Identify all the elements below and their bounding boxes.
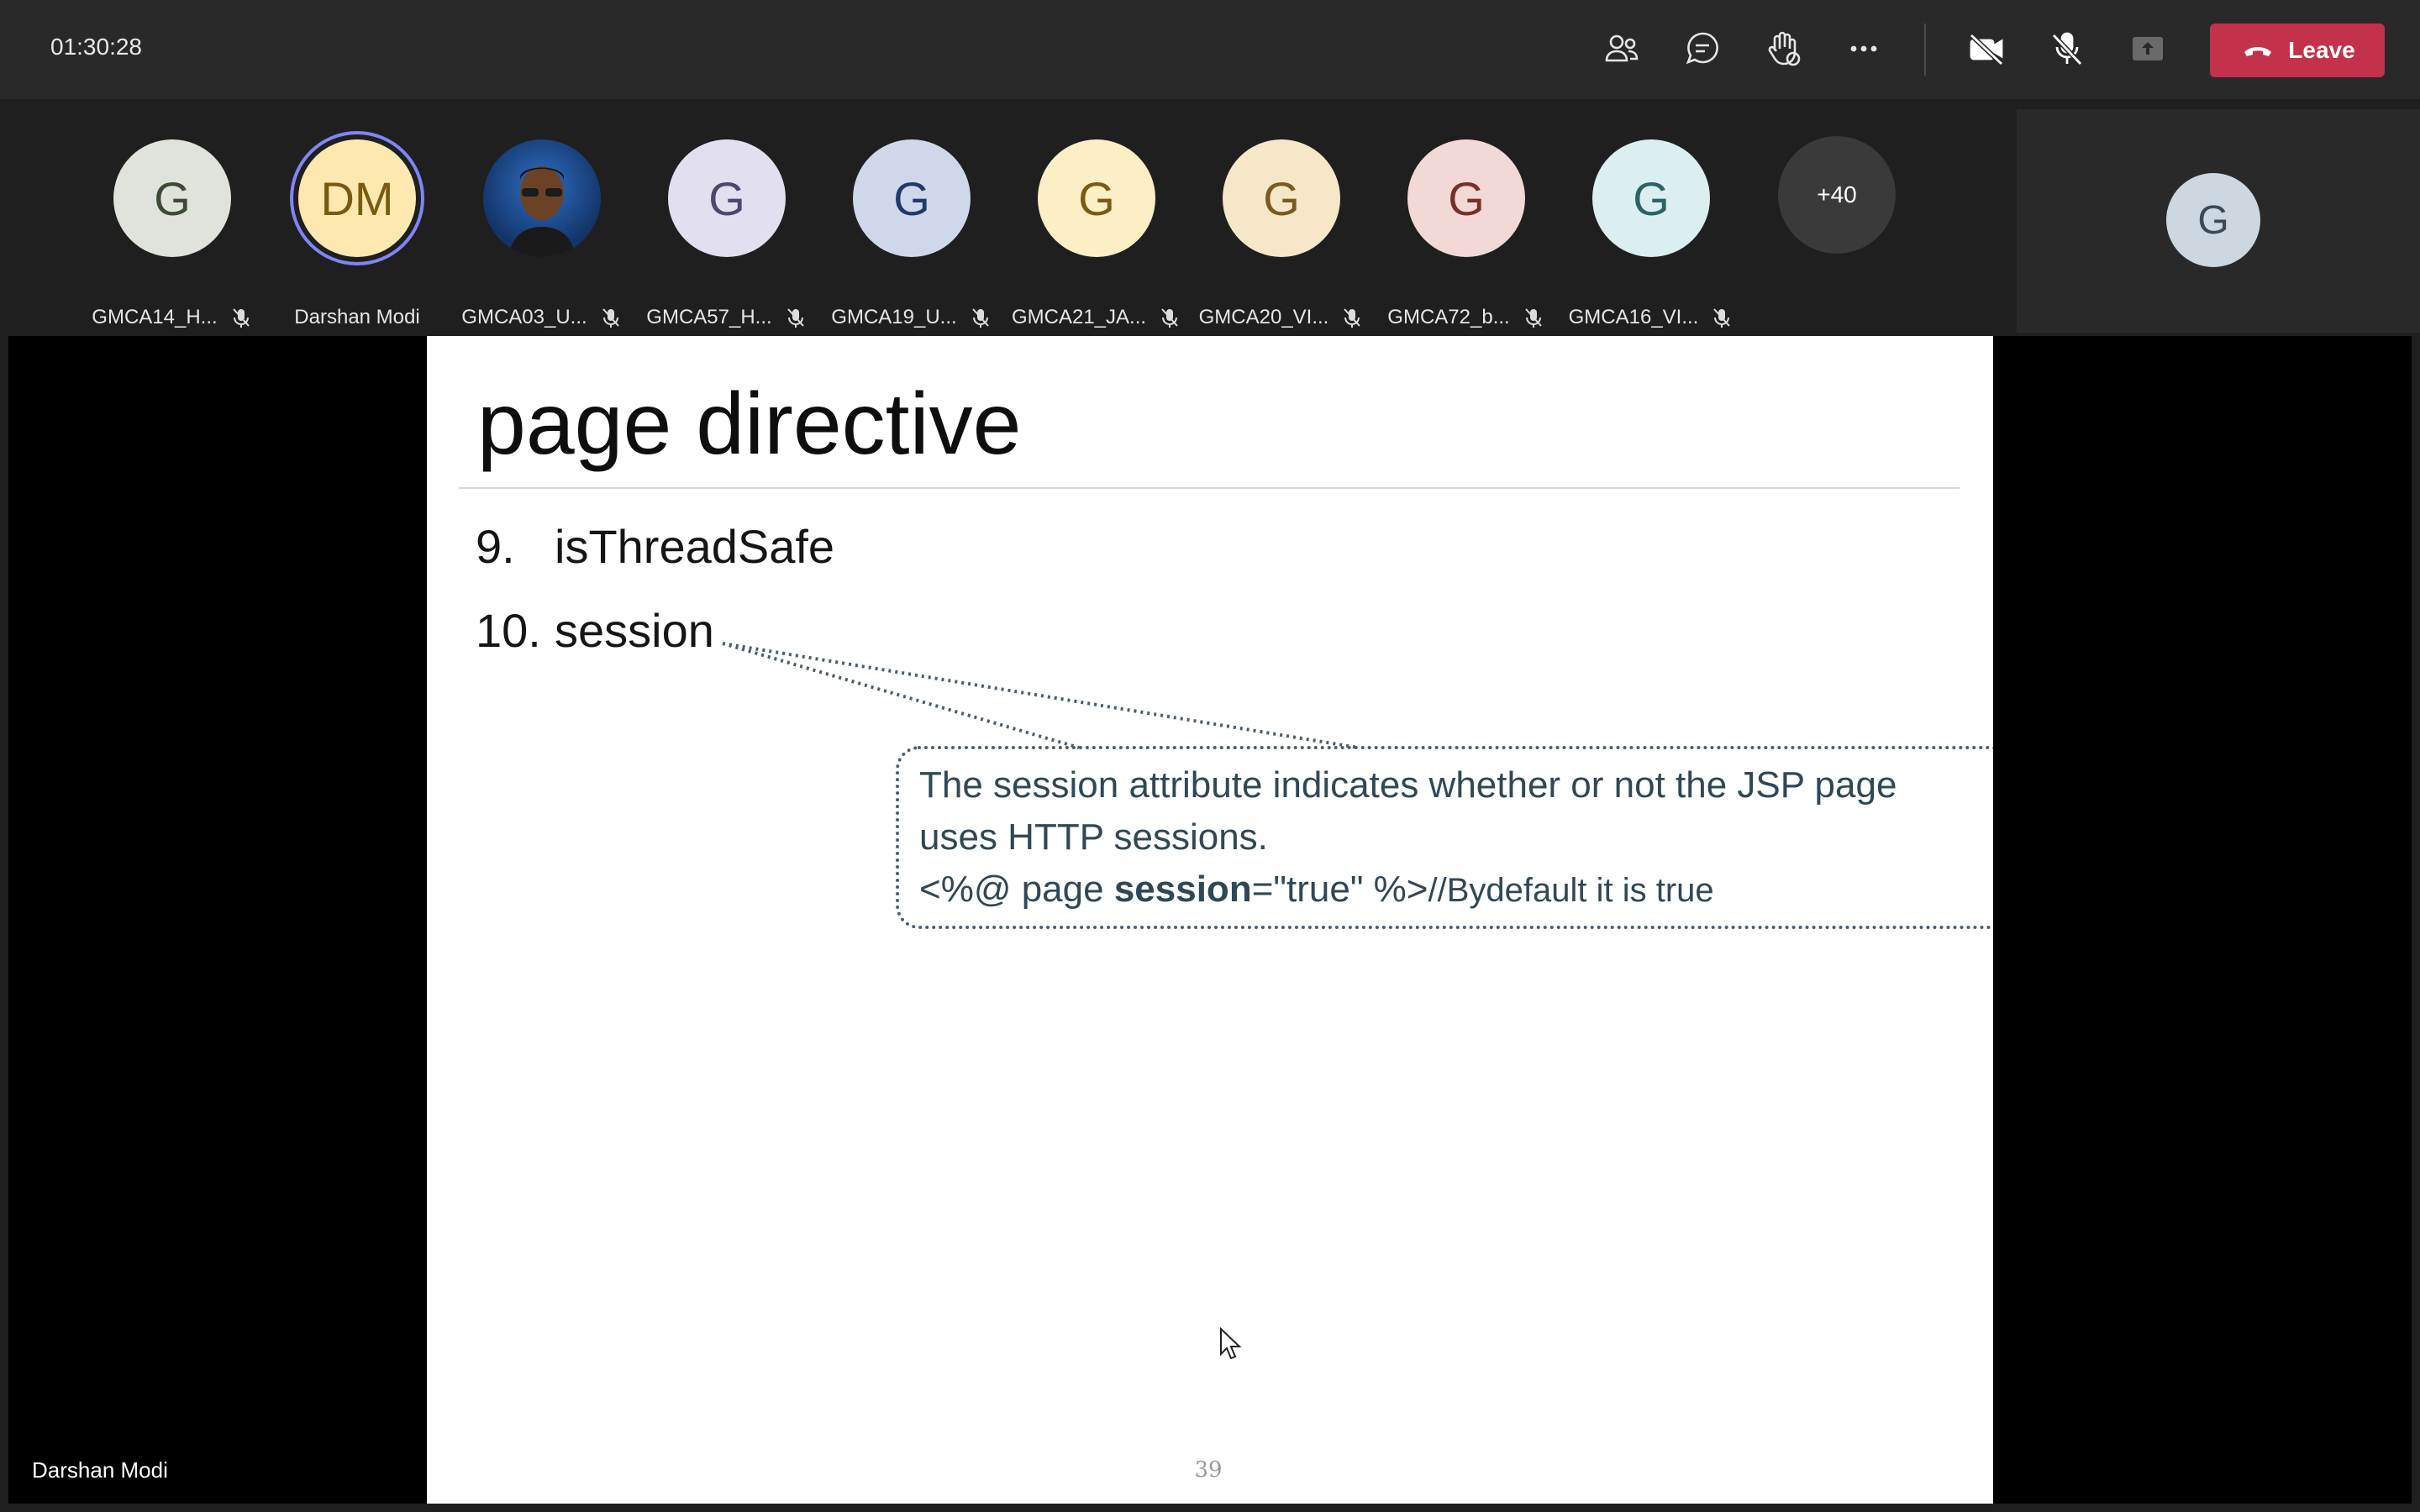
- raise-hand-icon[interactable]: [1760, 25, 1807, 72]
- participant-name: GMCA14_H...: [92, 306, 218, 328]
- more-participants-button[interactable]: +40: [1778, 136, 1896, 254]
- mic-off-icon[interactable]: [2044, 25, 2091, 72]
- toolbar-divider: [1924, 24, 1926, 76]
- profile-photo: [508, 166, 576, 257]
- self-view-panel: G: [2017, 109, 2420, 333]
- code-comment: //Bydefault it is true: [1428, 872, 1714, 909]
- participant-tile[interactable]: G GMCA21_JA...: [1008, 139, 1185, 328]
- meeting-toolbar: 01:30:28 Leave: [0, 0, 2420, 99]
- participant-name: Darshan Modi: [294, 306, 420, 328]
- participant-name: GMCA21_JA...: [1011, 306, 1147, 328]
- avatar: DM: [298, 139, 416, 257]
- mic-off-icon: [602, 308, 619, 328]
- mic-off-icon: [1161, 308, 1178, 328]
- code-prefix: <%@ page: [919, 869, 1114, 910]
- presenter-name: Darshan Modi: [32, 1457, 168, 1483]
- participant-strip: G GMCA14_H... DM Darshan Modi GMCA03_U..…: [0, 104, 2010, 333]
- slide-page-number: 39: [1194, 1457, 1223, 1483]
- participant-tile[interactable]: G GMCA14_H...: [84, 139, 260, 328]
- self-avatar: G: [2166, 173, 2260, 267]
- avatar: G: [1592, 139, 1710, 257]
- people-icon[interactable]: [1598, 25, 1645, 72]
- mic-off-icon: [1713, 308, 1731, 328]
- leave-button[interactable]: Leave: [2210, 24, 2385, 77]
- code-value: ="true" %>: [1251, 869, 1428, 910]
- callout-line: The session attribute indicates whether …: [919, 764, 1897, 806]
- participant-tile[interactable]: DM Darshan Modi: [269, 139, 445, 328]
- avatar: G: [1223, 139, 1340, 257]
- leave-label: Leave: [2288, 37, 2355, 63]
- participant-name: GMCA03_U...: [461, 306, 587, 328]
- avatar: G: [1038, 139, 1155, 257]
- avatar: G: [668, 139, 786, 257]
- participant-tile[interactable]: G GMCA16_VI...: [1563, 139, 1739, 328]
- mic-off-icon: [1344, 308, 1361, 328]
- participant-tile[interactable]: G GMCA20_VI...: [1193, 139, 1370, 328]
- share-screen-icon[interactable]: [2124, 25, 2171, 72]
- more-options-icon[interactable]: [1840, 25, 1887, 72]
- avatar: G: [1407, 139, 1525, 257]
- callout-code-line: <%@ page session="true" %>//Bydefault it…: [919, 869, 1714, 911]
- mic-off-icon: [1524, 308, 1542, 328]
- avatar: [483, 139, 601, 257]
- mouse-cursor-icon: [1220, 1327, 1242, 1360]
- participant-tile[interactable]: GMCA03_U...: [454, 139, 630, 328]
- callout-line: uses HTTP sessions.: [919, 816, 1268, 858]
- participant-name: GMCA20_VI...: [1198, 306, 1329, 328]
- participant-name: GMCA19_U...: [831, 306, 957, 328]
- shared-slide: page directive 9. isThreadSafe 10. session…: [427, 336, 1993, 1504]
- camera-off-icon[interactable]: [1963, 25, 2010, 72]
- mic-off-icon: [786, 308, 804, 328]
- participant-tile[interactable]: G GMCA72_b...: [1378, 139, 1555, 328]
- phone-hangup-icon: [2244, 47, 2272, 56]
- participant-name: GMCA57_H...: [646, 306, 772, 328]
- chat-icon[interactable]: [1679, 25, 1726, 72]
- participant-tile[interactable]: G GMCA57_H...: [639, 139, 815, 328]
- meeting-timer: 01:30:28: [50, 34, 142, 60]
- code-keyword: session: [1113, 869, 1252, 910]
- mic-off-icon: [971, 308, 989, 328]
- avatar: G: [853, 139, 971, 257]
- participant-name: GMCA16_VI...: [1568, 306, 1699, 328]
- participant-name: GMCA72_b...: [1387, 306, 1510, 328]
- avatar: G: [113, 139, 231, 257]
- participant-tile[interactable]: G GMCA19_U...: [823, 139, 1000, 328]
- mic-off-icon: [232, 308, 250, 328]
